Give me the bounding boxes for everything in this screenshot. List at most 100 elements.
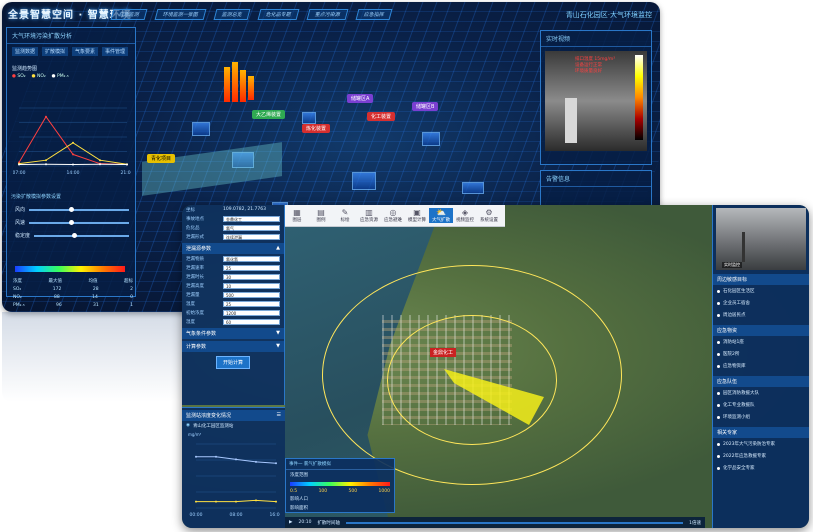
table-cell: 最大值 [48, 279, 63, 284]
tool-button[interactable]: ▤ 图例 [309, 208, 333, 223]
tool-button[interactable]: ▦ 图层 [285, 208, 309, 223]
resource-item[interactable]: 化学品安全专家 [713, 462, 809, 474]
tool-button[interactable]: ▥ 应急资源 [357, 208, 381, 223]
data-point [215, 455, 217, 458]
tool-label: 标绘 [340, 218, 350, 223]
nav-item[interactable]: 应急监测 [110, 9, 148, 20]
building [302, 112, 316, 124]
tool-button[interactable]: ⚙ 系统设置 [477, 208, 501, 223]
tool-icon: ▣ [413, 208, 421, 217]
section-source[interactable]: 泄漏源参数 ▲ [182, 243, 284, 254]
wind-direction-slider[interactable] [29, 206, 129, 212]
tool-icon: ▦ [293, 208, 301, 217]
chevron-down-icon: ▼ [276, 330, 280, 336]
start-calc-button[interactable]: 开始计算 [216, 356, 250, 369]
form-row: 泄漏物质 氯化氢 [182, 254, 284, 263]
resource-item[interactable]: 医院2所 [713, 348, 809, 360]
resource-item[interactable]: 2023年大气污染防治专家 [713, 438, 809, 450]
stability-slider[interactable] [34, 232, 129, 238]
building [422, 132, 440, 146]
play-icon[interactable]: ▶ [289, 520, 292, 525]
form-field[interactable]: 500 [223, 291, 280, 298]
form-field[interactable]: 25 [223, 264, 280, 271]
timeline-label: 扩散时间轴 [317, 520, 340, 526]
nav-item[interactable]: 危化品专题 [257, 9, 300, 20]
tab-events[interactable]: 事件管理 [102, 47, 129, 56]
table-cell: PM₂.₅ [13, 303, 25, 308]
nav-item[interactable]: 监测总览 [213, 9, 251, 20]
building [192, 122, 210, 136]
resource-section-title: 周边敏感目标 [713, 274, 809, 285]
data-point [255, 499, 257, 502]
station-chart: 00:00 08:00 16:00 [190, 443, 280, 518]
map-tag[interactable]: 大乙烯装置 [252, 110, 286, 119]
section-calc[interactable]: 计算参数 ▼ [182, 341, 284, 352]
form-label: 泄漏时长 [186, 274, 204, 280]
resource-item[interactable]: 企业员工宿舍 [713, 297, 809, 309]
tool-icon: ⛅ [436, 208, 446, 217]
form-field[interactable]: 1200 [223, 309, 280, 316]
resource-item[interactable]: 园区消防救援大队 [713, 387, 809, 399]
form-field[interactable]: 25 [223, 300, 280, 307]
nav-item[interactable]: 应急指挥 [355, 9, 393, 20]
form-row: 危化品 氯气 [182, 223, 284, 232]
tab-monitor[interactable]: 监测数据 [12, 47, 39, 56]
resource-item[interactable]: 消防站1座 [713, 336, 809, 348]
data-point [99, 159, 101, 162]
coords-value: 109.0782, 21.7763 [223, 207, 266, 212]
station-chart-panel: 监测站浓度变化情况 ☰ ◉ 青山化工园区监测站 mg/m³ 00:00 08:00 1… [182, 407, 285, 528]
chart-title: 监测趋势图 [12, 66, 38, 72]
form-field[interactable]: 氯化氢 [223, 255, 280, 262]
station-name[interactable]: 青山化工园区监测站 [193, 423, 234, 429]
resource-item[interactable]: 石化园区生活区 [713, 285, 809, 297]
resource-item[interactable]: 环境监测小组 [713, 411, 809, 423]
section-weather[interactable]: 气象条件参数 ▼ [182, 328, 284, 339]
resource-item[interactable]: 周边居民点 [713, 309, 809, 321]
map-tag[interactable]: 储罐区A [347, 94, 374, 103]
heat-column [232, 62, 238, 102]
nav-item[interactable]: 环境监测一张图 [154, 9, 207, 20]
map-tag[interactable]: 储罐区B [412, 102, 439, 111]
nav-item[interactable]: 重点污染源 [306, 9, 349, 20]
map-tag[interactable]: 青化项目 [147, 154, 176, 163]
map-tag[interactable]: 化工装置 [367, 112, 396, 121]
form-field[interactable]: 30 [223, 273, 280, 280]
table-cell: 浓度 [13, 279, 22, 284]
x-tick-label: 07:00 [13, 170, 26, 176]
tab-weather[interactable]: 气象要素 [72, 47, 99, 56]
form-field[interactable]: 连续泄漏 [223, 233, 280, 240]
speed-label[interactable]: 1倍速 [689, 520, 701, 526]
table-cell: 96 [55, 303, 62, 308]
tool-button[interactable]: ◈ 视频监控 [453, 208, 477, 223]
tab-simulation[interactable]: 扩散模拟 [42, 47, 69, 56]
timeline-bar: ▶ 20:10 扩散时间轴 1倍速 [285, 517, 705, 528]
resource-item[interactable]: 化工专业救援队 [713, 399, 809, 411]
thermal-video[interactable]: 排口温度 15mg/m³ 设备运行正常 环境质量良好 [545, 51, 647, 151]
tool-button[interactable]: ⛅ 大气扩散 [429, 208, 453, 223]
form-field[interactable]: 氯气 [223, 224, 280, 231]
wind-speed-slider[interactable] [29, 219, 129, 225]
building [462, 182, 484, 194]
form-field[interactable]: 60 [223, 318, 280, 325]
tool-button[interactable]: ✎ 标绘 [333, 208, 357, 223]
accident-site-label[interactable]: 金鼎化工 [430, 348, 457, 357]
list-icon[interactable]: ☰ [277, 412, 281, 419]
video-title: 实时视频 [541, 31, 651, 47]
resource-section-title: 应急物资 [713, 325, 809, 336]
tool-icon: ✎ [341, 208, 349, 217]
map-toolbar: ▦ 图层 ▤ 图例 ✎ 标绘 ▥ 应急资源 ◎ 应急避难 ▣ 模型计算 ⛅ 大气扩散 ◈ 视频监控 ⚙ 系统设置 [285, 205, 505, 227]
form-field[interactable]: 金鼎化工 [223, 215, 280, 222]
station-icon: ◉ [186, 423, 190, 428]
camera-view[interactable]: 实时监控 [716, 208, 806, 270]
map-tag[interactable]: 炼化装置 [302, 124, 331, 133]
params-title: 污染扩散模拟参数设置 [11, 194, 62, 200]
tool-button[interactable]: ◎ 应急避难 [381, 208, 405, 223]
chimney [565, 98, 577, 143]
form-field[interactable]: 10 [223, 282, 280, 289]
form-label: 事故地点 [186, 216, 204, 222]
slider-row: 风向 [15, 206, 129, 213]
resource-item[interactable]: 应急物资库 [713, 360, 809, 372]
timeline-track[interactable] [345, 521, 684, 524]
tool-button[interactable]: ▣ 模型计算 [405, 208, 429, 223]
resource-item[interactable]: 2022年应急救援专家 [713, 450, 809, 462]
